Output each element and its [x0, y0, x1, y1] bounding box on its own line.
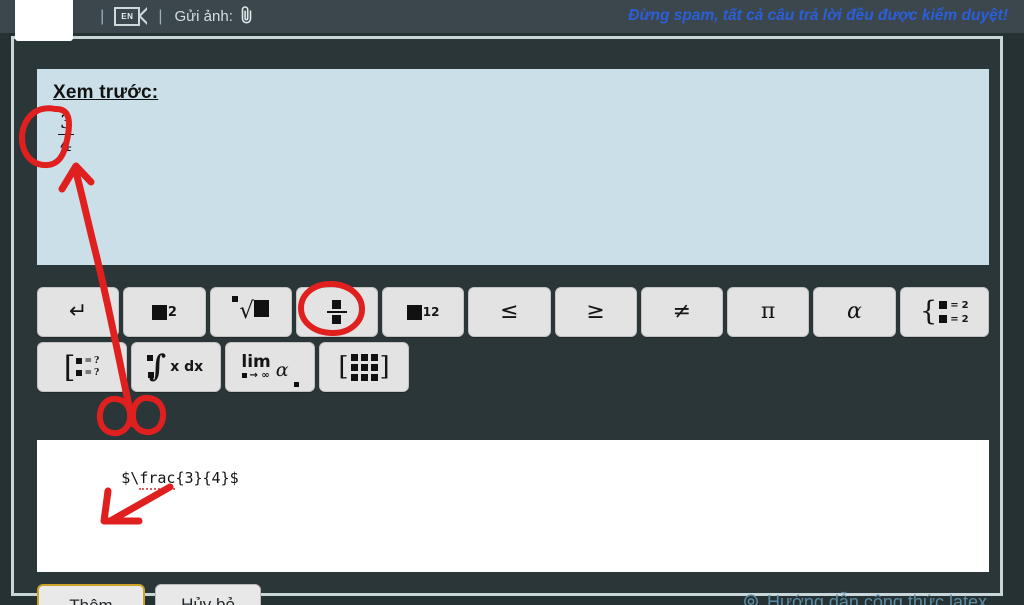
symbol-keypad: ↵ 2 √ 12 ≤ ≥ ≠ π α {= 2 = 2 [= ? = ? ∫… [37, 287, 990, 397]
pi-button[interactable]: π [727, 287, 810, 337]
latex-prefix: $\ [121, 469, 140, 487]
keypad-row-1: ↵ 2 √ 12 ≤ ≥ ≠ π α {= 2 = 2 [37, 287, 990, 337]
dialog-footer: Thêm Hủy bỏ Hướng dẫn công thức latex [37, 584, 989, 605]
latex-formula-dialog: Xem trước: 3 4 ↵ 2 √ 12 ≤ ≥ ≠ π α {= 2 … [11, 36, 1003, 605]
newline-button[interactable]: ↵ [37, 287, 120, 337]
keypad-row-2: [ =? =? ∫ x dx lim → ∞ α [] [37, 342, 989, 392]
spam-notice-text: Đừng spam, tất cả câu trả lời đều được k… [628, 7, 1008, 24]
keyboard-language-label: EN [121, 12, 134, 21]
fraction-denominator: 4 [60, 133, 73, 156]
paperclip-icon[interactable] [233, 5, 254, 29]
popup-tab-overlay [15, 0, 73, 41]
not-equal-button[interactable]: ≠ [640, 287, 723, 337]
greater-equal-button[interactable]: ≥ [554, 287, 637, 337]
cases-button[interactable]: { = 2 = 2 [899, 287, 990, 337]
latex-rest: {3}{4}$ [175, 469, 239, 487]
upload-image-label: Gửi ảnh: [174, 8, 233, 25]
superscript-value: 2 [167, 304, 177, 320]
toolbar-separator-2: | [100, 7, 105, 25]
target-help-icon [741, 593, 761, 605]
submit-button[interactable]: Thêm [37, 584, 145, 605]
interval-button[interactable]: [ =? =? [37, 342, 127, 392]
limit-button[interactable]: lim → ∞ α [225, 342, 315, 392]
rendered-fraction: 3 4 [58, 111, 75, 156]
screen-root: | omega-symbol | EN | Gửi ảnh: Đừng spam… [0, 0, 1024, 605]
formula-preview-panel: Xem trước: 3 4 [37, 69, 989, 265]
interval-rhs-1: ? [93, 355, 100, 366]
integral-button[interactable]: ∫ x dx [131, 342, 221, 392]
fraction-button[interactable] [295, 287, 378, 337]
subscript-button[interactable]: 12 [382, 287, 465, 337]
latex-help-link[interactable]: Hướng dẫn công thức latex [741, 592, 987, 605]
sqrt-button[interactable]: √ [209, 287, 292, 337]
fraction-numerator: 3 [60, 111, 73, 133]
limit-label: lim [241, 351, 271, 372]
subscript-value: 12 [422, 305, 440, 319]
alpha-button[interactable]: α [813, 287, 896, 337]
limit-sub: → ∞ [249, 369, 270, 381]
keyboard-language-icon[interactable]: EN [114, 7, 148, 26]
latex-command: frac [139, 469, 176, 490]
less-equal-button[interactable]: ≤ [468, 287, 551, 337]
latex-source-input[interactable]: $\frac{3}{4}$ [37, 440, 989, 572]
cases-rhs-1: 2 [961, 299, 969, 311]
latex-help-label: Hướng dẫn công thức latex [766, 592, 987, 605]
superscript-button[interactable]: 2 [123, 287, 206, 337]
cases-rhs-2: 2 [961, 313, 969, 325]
matrix-button[interactable]: [ ] [319, 342, 409, 392]
editor-topbar: | omega-symbol | EN | Gửi ảnh: Đừng spam… [0, 0, 1024, 33]
integral-text: x dx [170, 359, 204, 375]
cancel-button[interactable]: Hủy bỏ [155, 584, 261, 605]
preview-title: Xem trước: [53, 82, 159, 103]
toolbar-separator-3: | [158, 7, 163, 25]
interval-rhs-2: ? [93, 368, 100, 378]
